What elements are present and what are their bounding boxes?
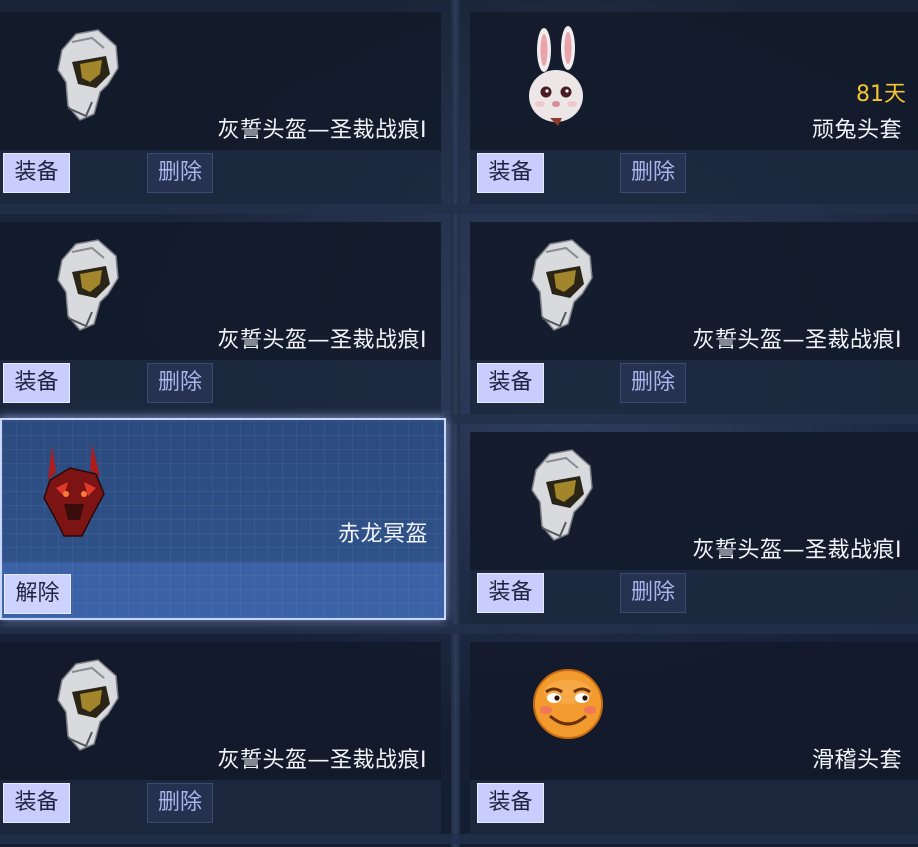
funny-face-mask-icon <box>533 669 603 739</box>
item-grid: 灰誓头盔—圣裁战痕Ⅰ 装备 删除 81天 顽兔头套 装备 删除 灰誓头盔—圣裁战… <box>0 0 918 847</box>
rabbit-mask-icon <box>529 26 583 126</box>
equip-button[interactable]: 装备 <box>477 153 544 193</box>
helmet-icon <box>57 239 119 331</box>
delete-button[interactable]: 删除 <box>620 153 686 193</box>
remaining-days: 81天 <box>856 82 906 107</box>
helmet-icon <box>57 659 119 751</box>
inventory-screen: { "items": [ {"name": "灰誓头盔—圣裁战痕Ⅰ", "ico… <box>0 0 918 847</box>
item-name: 灰誓头盔—圣裁战痕Ⅰ <box>217 328 427 353</box>
item-name: 顽兔头套 <box>811 118 902 143</box>
item-card[interactable]: 灰誓头盔—圣裁战痕Ⅰ 装备 删除 <box>0 12 441 204</box>
item-card[interactable]: 滑稽头套 装备 <box>470 642 918 834</box>
red-dragon-helmet-icon <box>43 444 105 537</box>
delete-button[interactable]: 删除 <box>147 153 213 193</box>
item-name: 灰誓头盔—圣裁战痕Ⅰ <box>692 538 902 563</box>
item-card-selected[interactable]: 赤龙冥盔 解除 <box>0 418 446 620</box>
helmet-icon <box>531 449 593 541</box>
delete-button[interactable]: 删除 <box>147 363 213 403</box>
delete-button[interactable]: 删除 <box>620 363 686 403</box>
item-card[interactable]: 灰誓头盔—圣裁战痕Ⅰ 装备 删除 <box>470 432 918 624</box>
equip-button[interactable]: 装备 <box>3 783 70 823</box>
equip-button[interactable]: 装备 <box>3 153 70 193</box>
item-name: 赤龙冥盔 <box>337 522 428 547</box>
delete-button[interactable]: 删除 <box>620 573 686 613</box>
unequip-button[interactable]: 解除 <box>4 574 71 614</box>
item-card[interactable]: 灰誓头盔—圣裁战痕Ⅰ 装备 删除 <box>0 222 441 414</box>
helmet-icon <box>531 239 593 331</box>
item-card[interactable]: 灰誓头盔—圣裁战痕Ⅰ 装备 删除 <box>470 222 918 414</box>
item-card[interactable]: 灰誓头盔—圣裁战痕Ⅰ 装备 删除 <box>0 642 441 834</box>
delete-button[interactable]: 删除 <box>147 783 213 823</box>
equip-button[interactable]: 装备 <box>3 363 70 403</box>
equip-button[interactable]: 装备 <box>477 573 544 613</box>
equip-button[interactable]: 装备 <box>477 783 544 823</box>
item-name: 灰誓头盔—圣裁战痕Ⅰ <box>217 748 427 773</box>
equip-button[interactable]: 装备 <box>477 363 544 403</box>
item-name: 灰誓头盔—圣裁战痕Ⅰ <box>692 328 902 353</box>
helmet-icon <box>57 29 119 121</box>
item-name: 滑稽头套 <box>811 748 902 773</box>
item-name: 灰誓头盔—圣裁战痕Ⅰ <box>217 118 427 143</box>
item-card[interactable]: 81天 顽兔头套 装备 删除 <box>470 12 918 204</box>
